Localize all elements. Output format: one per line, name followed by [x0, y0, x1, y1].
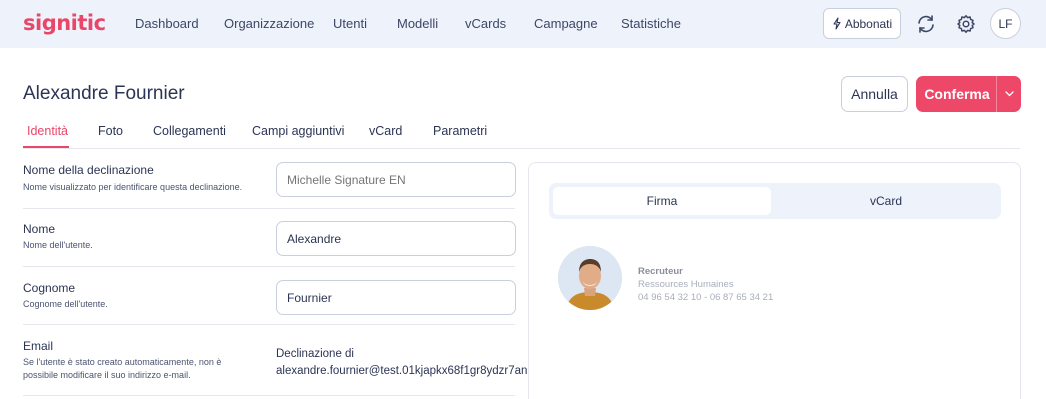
- email-value-line1: Declinazione di: [276, 348, 354, 360]
- first-name-label: Nome: [23, 222, 56, 236]
- row-divider: [23, 266, 515, 267]
- nav-utenti[interactable]: Utenti: [333, 16, 367, 31]
- top-navbar: signitic Dashboard Organizzazione Utenti…: [0, 0, 1046, 48]
- last-name-help: Cognome dell'utente.: [23, 299, 108, 309]
- sync-icon[interactable]: [914, 12, 938, 36]
- nav-dashboard[interactable]: Dashboard: [135, 16, 199, 31]
- signature-phones: 04 96 54 32 10 - 06 87 65 34 21: [638, 292, 774, 303]
- email-label: Email: [23, 339, 54, 353]
- tab-foto[interactable]: Foto: [98, 124, 123, 138]
- nav-organizzazione[interactable]: Organizzazione: [224, 16, 314, 31]
- signature-role: Recruteur: [638, 266, 683, 277]
- gear-icon[interactable]: [954, 12, 978, 36]
- row-divider: [23, 208, 515, 209]
- signature-department: Ressources Humaines: [638, 279, 734, 290]
- last-name-input[interactable]: [276, 280, 516, 315]
- tab-identita[interactable]: Identità: [27, 124, 68, 138]
- tab-campi-aggiuntivi[interactable]: Campi aggiuntivi: [252, 124, 344, 138]
- declination-input[interactable]: [276, 162, 516, 197]
- tab-vcard-preview[interactable]: vCard: [775, 187, 997, 215]
- nav-vcards[interactable]: vCards: [465, 16, 506, 31]
- email-help-line1: Se l'utente è stato creato automaticamen…: [23, 357, 222, 367]
- cancel-button[interactable]: Annulla: [841, 76, 908, 112]
- confirm-button[interactable]: Conferma: [916, 76, 1021, 112]
- tabs-divider: [23, 148, 1020, 149]
- confirm-label: Conferma: [924, 86, 990, 102]
- page-title: Alexandre Fournier: [23, 83, 185, 104]
- row-divider: [23, 395, 515, 396]
- user-photo: [558, 246, 622, 310]
- nav-statistiche[interactable]: Statistiche: [621, 16, 681, 31]
- tab-parametri[interactable]: Parametri: [433, 124, 487, 138]
- chevron-down-icon[interactable]: [997, 91, 1021, 97]
- first-name-help: Nome dell'utente.: [23, 240, 93, 250]
- nav-modelli[interactable]: Modelli: [397, 16, 438, 31]
- lightning-icon: [833, 17, 841, 30]
- subscribe-label: Abbonati: [844, 16, 893, 31]
- tab-vcard[interactable]: vCard: [369, 124, 402, 138]
- subscribe-button[interactable]: Abbonati: [823, 8, 901, 39]
- signitic-logo[interactable]: signitic: [23, 11, 106, 35]
- first-name-input[interactable]: [276, 221, 516, 256]
- user-avatar[interactable]: LF: [990, 8, 1021, 39]
- tab-firma[interactable]: Firma: [553, 187, 771, 215]
- email-value-line2: alexandre.fournier@test.01kjapkx68f1gr8y…: [276, 365, 528, 377]
- email-help-line2: possibile modificare il suo indirizzo e-…: [23, 370, 191, 380]
- declination-label: Nome della declinazione: [23, 163, 154, 177]
- last-name-label: Cognome: [23, 281, 76, 295]
- row-divider: [23, 324, 515, 325]
- nav-campagne[interactable]: Campagne: [534, 16, 598, 31]
- declination-help: Nome visualizzato per identificare quest…: [23, 182, 243, 192]
- tab-collegamenti[interactable]: Collegamenti: [153, 124, 226, 138]
